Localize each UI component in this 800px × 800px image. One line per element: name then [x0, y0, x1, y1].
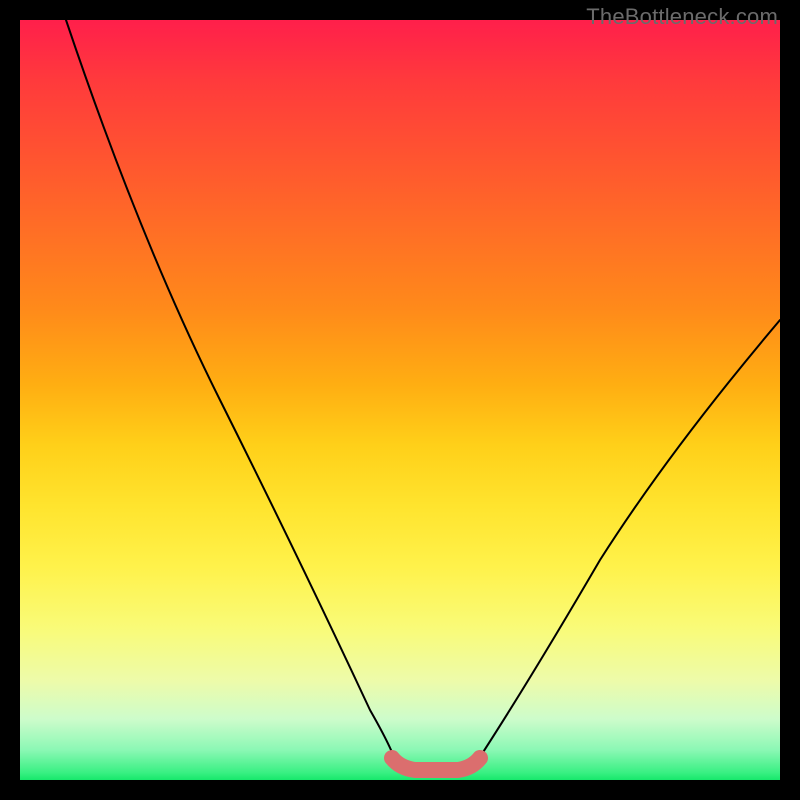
flat-bottom-highlight: [392, 758, 480, 770]
chart-frame: TheBottleneck.com: [0, 0, 800, 800]
chart-svg: [20, 20, 780, 780]
chart-plot-area: [20, 20, 780, 780]
curve-right: [478, 320, 780, 760]
watermark-label: TheBottleneck.com: [586, 4, 778, 30]
curve-left: [66, 20, 395, 760]
